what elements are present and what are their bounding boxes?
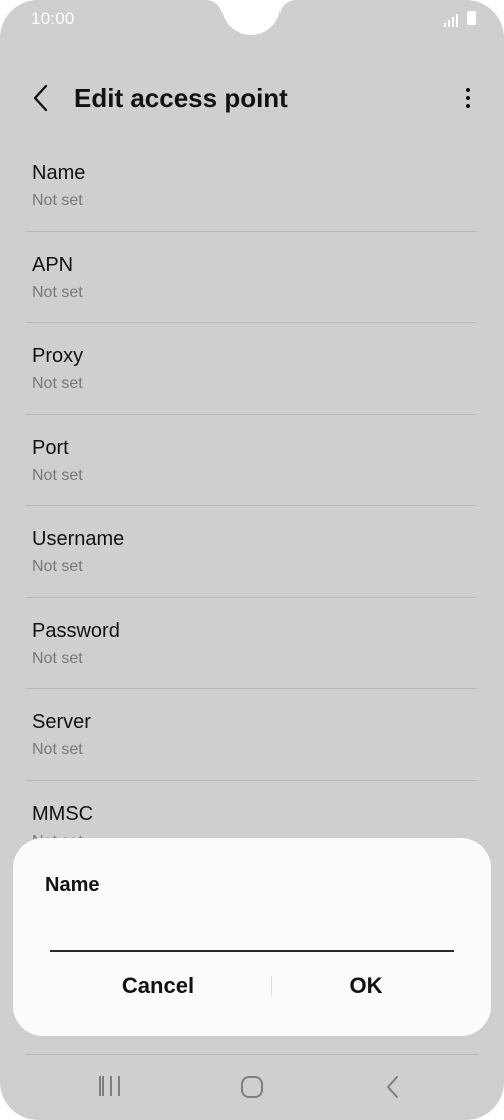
item-value: Not set — [32, 283, 83, 301]
app-bar: Edit access point — [0, 70, 504, 126]
bottom-divider — [26, 1054, 478, 1055]
dialog-title: Name — [45, 874, 100, 896]
name-input[interactable] — [50, 914, 454, 952]
recents-button[interactable] — [99, 1076, 123, 1098]
back-icon — [387, 1076, 398, 1098]
settings-item-name[interactable]: Name Not set — [12, 140, 502, 232]
item-value: Not set — [32, 375, 83, 392]
settings-item-password[interactable]: Password Not set — [12, 598, 502, 689]
phone-screen: 10:00 Edit access point Name Not set APN… — [0, 0, 504, 1120]
item-title: APN — [32, 253, 74, 276]
nav-back-button[interactable] — [380, 1074, 406, 1100]
item-title: Port — [32, 436, 69, 459]
cancel-button[interactable]: Cancel — [58, 966, 258, 1006]
settings-item-username[interactable]: Username Not set — [12, 506, 502, 598]
notch-right — [280, 0, 296, 16]
settings-item-server[interactable]: Server Not set — [12, 689, 502, 781]
item-value: Not set — [32, 466, 83, 484]
settings-list: Name Not set APN Not set Proxy Not set P… — [12, 140, 502, 872]
chevron-left-icon — [33, 84, 48, 112]
settings-item-proxy[interactable]: Proxy Not set — [12, 323, 502, 415]
item-title: Server — [32, 711, 91, 733]
notch-left — [206, 0, 222, 16]
item-title: MMSC — [32, 802, 94, 825]
item-title: Proxy — [32, 345, 84, 367]
signal-icon — [442, 11, 462, 27]
item-value: Not set — [32, 192, 83, 209]
page-title: Edit access point — [74, 83, 288, 113]
navigation-bar — [0, 1056, 504, 1120]
status-time: 10:00 — [31, 9, 75, 28]
settings-item-port[interactable]: Port Not set — [12, 415, 502, 506]
item-title: Password — [32, 619, 120, 642]
back-button[interactable] — [22, 76, 62, 120]
home-button[interactable] — [241, 1076, 263, 1098]
more-options-button[interactable] — [456, 80, 480, 116]
battery-icon — [467, 11, 476, 25]
item-title: Username — [32, 528, 125, 550]
item-value: Not set — [32, 558, 83, 575]
name-dialog: Name Cancel OK — [13, 838, 491, 1036]
settings-item-apn[interactable]: APN Not set — [12, 232, 502, 323]
status-bar: 10:00 — [0, 0, 504, 40]
recents-icon — [99, 1076, 120, 1096]
status-icons — [442, 11, 476, 27]
dialog-actions: Cancel OK — [13, 966, 491, 1006]
camera-notch — [222, 0, 280, 35]
item-title: Name — [32, 162, 86, 184]
item-value: Not set — [32, 649, 83, 667]
ok-button[interactable]: OK — [266, 966, 466, 1006]
item-value: Not set — [32, 741, 83, 758]
